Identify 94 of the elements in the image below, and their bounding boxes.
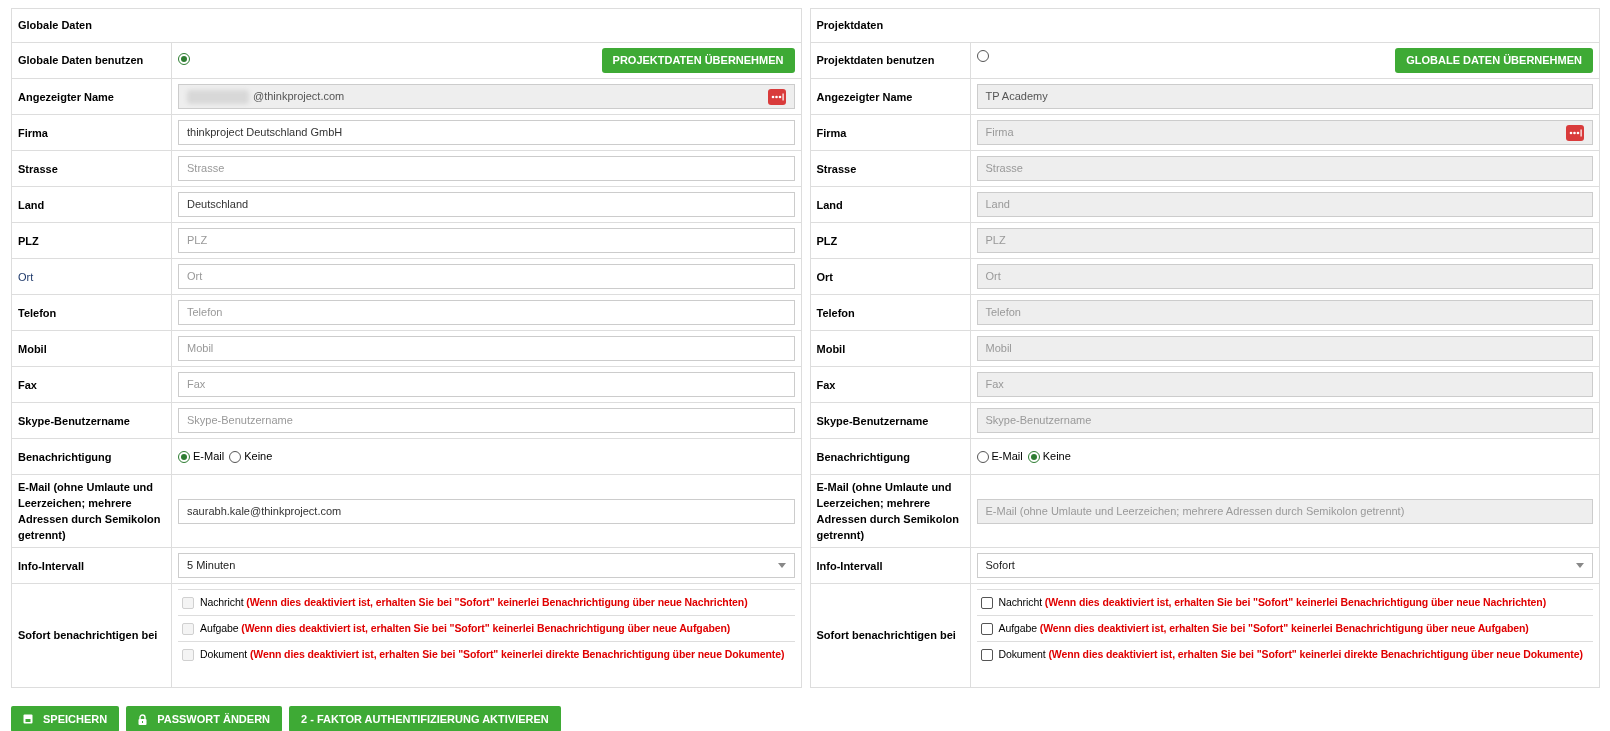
field-label: Mobil [816,341,846,357]
text-field[interactable]: Fax [178,372,795,397]
field-value: thinkproject Deutschland GmbH [187,125,343,141]
field-placeholder: Telefon [187,305,223,321]
field-placeholder: PLZ [187,233,208,249]
field-placeholder: Strasse [187,161,225,177]
field-value: saurabh.kale@thinkproject.com [187,503,342,519]
apply-button[interactable]: GLOBALE DATEN ÜBERNEHMEN [1395,48,1593,73]
field-label: Skype-Benutzername [18,413,130,429]
radio-button[interactable] [229,450,242,463]
radio-button[interactable] [1027,450,1040,463]
field-label: Fax [816,377,836,393]
panel-title: Globale Daten [18,18,92,34]
checkbox[interactable] [980,596,993,609]
text-field[interactable]: Ort [178,264,795,289]
field-label: Firma [18,125,48,141]
field-label: Mobil [18,341,47,357]
field-label: Benachrichtigung [816,449,910,465]
checkbox[interactable] [980,622,993,635]
text-field[interactable]: Mobil [178,336,795,361]
text-field[interactable]: thinkproject Deutschland GmbH [178,120,795,145]
field-label: Firma [816,125,847,141]
text-field[interactable]: Telefon [178,300,795,325]
option-label: Keine [244,449,273,465]
option-label: E-Mail [991,449,1023,465]
field-placeholder: Fax [187,377,206,393]
field-label: Ort [816,269,833,285]
field-label: Angezeigter Name [18,89,114,105]
text-field[interactable]: Skype-Benutzername [178,408,795,433]
action-button[interactable]: SPEICHERN [11,706,120,731]
action-button[interactable]: PASSWORT ÄNDERN [126,706,283,731]
radio-button[interactable] [976,50,989,62]
field-label: Fax [18,377,37,393]
text-field[interactable]: PLZ [178,228,795,253]
field-label: Telefon [816,305,855,321]
checkbox-label: Dokument (Wenn dies deaktiviert ist, erhalten Sie bei "Sofort" keinerlei direkte Benachrichtigung über neue Dokumente) [998,646,1583,662]
field-placeholder: E-Mail (ohne Umlaute und Leerzeichen; mehrere Adressen durch Semikolon getrennt) [985,503,1405,519]
field-label: E-Mail (ohne Umlaute und Leerzeichen; mehrere Adressen durch Semikolon getrennt) [18,480,162,543]
field-label: Strasse [18,161,58,177]
field-value: @thinkproject.com [253,89,345,105]
field-label: PLZ [816,233,838,249]
checkbox[interactable] [980,648,993,661]
field-placeholder: Ort [985,269,1001,285]
lock-icon [138,713,148,725]
field-placeholder: Land [985,197,1010,213]
field-label: Strasse [816,161,857,177]
field-label: Projektdaten benutzen [816,53,935,69]
field-value: TP Academy [985,89,1048,105]
field-label: Benachrichtigung [18,449,112,465]
checkbox-label: Aufgabe (Wenn dies deaktiviert ist, erhalten Sie bei "Sofort" keinerlei Benachrichtigung über neue Aufgaben) [998,620,1529,636]
caret-icon [1576,563,1584,568]
field-label: Angezeigter Name [816,89,913,105]
field-placeholder: Skype-Benutzername [187,413,293,429]
field-label: Info-Intervall [18,558,84,574]
field-label: Land [18,197,45,213]
field-label: Telefon [18,305,57,321]
field-label: Ort [18,269,34,285]
save-icon [23,714,33,724]
text-field[interactable]: Strasse [178,156,795,181]
field-placeholder: Telefon [985,305,1021,321]
field-value: Deutschland [187,197,249,213]
field-placeholder: Firma [985,125,1014,141]
field-label: PLZ [18,233,39,249]
field-placeholder: Ort [187,269,203,285]
radio-button[interactable] [178,450,190,463]
checkbox-label: Aufgabe (Wenn dies deaktiviert ist, erhalten Sie bei "Sofort" keinerlei Benachrichtigung über neue Aufgaben) [200,620,731,636]
checkbox-label: Dokument (Wenn dies deaktiviert ist, erhalten Sie bei "Sofort" keinerlei direkte Benachrichtigung über neue Dokumente) [200,646,785,662]
interval-select[interactable]: 5 Minuten [178,553,795,578]
interval-select[interactable]: Sofort [976,553,1593,578]
field-label: Globale Daten benutzen [18,53,144,69]
field-placeholder: PLZ [985,233,1006,249]
radio-button[interactable] [178,53,190,65]
field-placeholder: Mobil [187,341,214,357]
text-field[interactable]: saurabh.kale@thinkproject.com [178,498,795,524]
field-placeholder: Skype-Benutzername [985,413,1092,429]
checkbox-label: Nachricht (Wenn dies deaktiviert ist, erhalten Sie bei "Sofort" keinerlei Benachrichtigung über neue Nachrichten) [998,594,1547,610]
field-label: Sofort benachrichtigen bei [816,628,956,644]
radio-button[interactable] [976,450,989,463]
option-label: Keine [1042,449,1071,465]
option-label: E-Mail [193,449,225,465]
field-label: Info-Intervall [816,558,883,574]
text-field[interactable]: Deutschland [178,192,795,217]
field-label: Land [816,197,843,213]
action-button[interactable]: 2 - FAKTOR AUTHENTIFIZIERUNG AKTIVIEREN [289,706,561,731]
checkbox-label: Nachricht (Wenn dies deaktiviert ist, erhalten Sie bei "Sofort" keinerlei Benachrichtigung über neue Nachrichten) [200,594,748,610]
field-placeholder: Mobil [985,341,1012,357]
caret-icon [777,563,786,568]
field-label: Skype-Benutzername [816,413,929,429]
field-placeholder: Strasse [985,161,1023,177]
field-label: E-Mail (ohne Umlaute und Leerzeichen; mehrere Adressen durch Semikolon getrennt) [816,480,960,543]
field-label: Sofort benachrichtigen bei [18,628,158,644]
apply-button[interactable]: PROJEKTDATEN ÜBERNEHMEN [601,48,795,73]
panel-title: Projektdaten [816,18,884,34]
field-placeholder: Fax [985,377,1004,393]
